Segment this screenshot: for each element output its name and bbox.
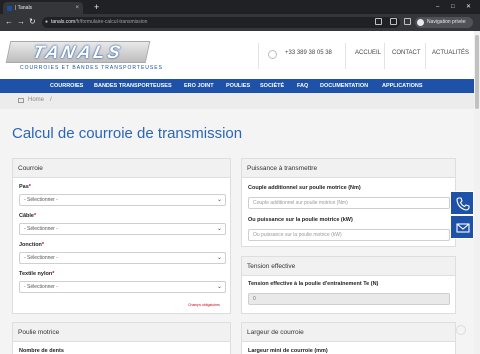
divider <box>345 43 346 69</box>
divider <box>384 43 385 69</box>
page-scrollbar[interactable] <box>474 31 480 354</box>
menu-documentation[interactable]: DOCUMENTATION <box>320 79 368 93</box>
field-label-largeur-mini: Largeur mini de courroie (mm) <box>248 348 328 354</box>
tension-output: 0 <box>248 293 450 305</box>
scrollbar-thumb[interactable] <box>475 35 479 109</box>
menu-bandes-transporteuses[interactable]: BANDES TRANSPORTEUSES <box>94 79 172 93</box>
chevron-down-icon: ⌄ <box>216 226 222 232</box>
jonction-select[interactable]: - Sélectionner - ⌄ <box>19 252 226 264</box>
menu-ero-joint[interactable]: ERO JOINT <box>184 79 214 93</box>
tanals-logo[interactable]: TANALS <box>5 41 151 63</box>
puissance-panel: Puissance à transmettre Couple additionn… <box>241 158 456 247</box>
field-label-textile-nylon: Textile nylon* <box>19 271 55 277</box>
star-icon[interactable] <box>390 18 397 25</box>
sidepanel-icon[interactable] <box>404 18 411 25</box>
menu-poulies[interactable]: POULIES <box>226 79 250 93</box>
tab-title: | Tanals <box>15 5 33 11</box>
phone-icon <box>268 50 277 59</box>
required-note: Champs obligatoires <box>188 303 220 307</box>
menu-faq[interactable]: FAQ <box>297 79 308 93</box>
divider <box>258 43 259 69</box>
nav-contact[interactable]: CONTACT <box>392 50 421 56</box>
menu-courroies[interactable]: COURROIES <box>50 79 83 93</box>
field-label-nombre-dents: Nombre de dents <box>19 348 64 354</box>
incognito-label: Navigation privée <box>427 19 466 25</box>
url-field[interactable]: ● tanals.com/fr/formulaire-calcul-transm… <box>42 17 400 28</box>
pas-select[interactable]: - Sélectionner - ⌄ <box>19 194 226 206</box>
logo-wordmark: TANALS <box>5 41 151 63</box>
url-path: /fr/formulaire-calcul-transmission <box>75 19 148 25</box>
tension-panel: Tension effective Tension effective à la… <box>241 256 456 314</box>
couple-input[interactable]: Couple additionnel sur poulie motrice (N… <box>248 197 450 209</box>
breadcrumb: Home / <box>0 93 474 109</box>
largeur-panel: Largeur de courroie Largeur mini de cour… <box>241 322 456 354</box>
phone-icon <box>456 197 470 211</box>
reload-button[interactable]: ↻ <box>29 17 36 27</box>
chevron-down-icon: ⌄ <box>216 255 222 261</box>
incognito-badge[interactable]: Navigation privée <box>415 17 473 28</box>
panel-header: Poulie motrice <box>13 323 230 342</box>
tab-close-icon[interactable]: × <box>75 2 79 14</box>
panel-header: Largeur de courroie <box>242 323 455 342</box>
logo-tagline: COURROIES ET BANDES TRANSPORTEUSES <box>20 65 163 71</box>
field-label-puissance: Ou puissance sur la poulie motrice (kW) <box>248 217 353 223</box>
email-button[interactable] <box>450 215 474 239</box>
maximize-button[interactable]: □ <box>451 0 455 14</box>
home-icon <box>18 98 24 103</box>
field-label-tension: Tension effective à la poulie d'entraîne… <box>248 281 379 287</box>
breadcrumb-separator: / <box>50 97 52 103</box>
browser-tab-bar: | Tanals × + – □ ✕ <box>0 0 480 14</box>
panel-header: Puissance à transmettre <box>242 159 455 178</box>
minimize-button[interactable]: – <box>436 0 439 14</box>
menu-societe[interactable]: SOCIÉTÉ <box>260 79 284 93</box>
field-label-cable: Câble* <box>19 213 37 219</box>
extension-icon[interactable] <box>375 18 382 25</box>
courroie-panel: Courroie Pas* - Sélectionner - ⌄ Câble* -… <box>12 158 231 314</box>
divider <box>425 43 426 69</box>
url-host: tanals.com <box>51 19 76 25</box>
nav-actualites[interactable]: ACTUALITÉS <box>432 50 469 56</box>
menu-applications[interactable]: APPLICATIONS <box>382 79 423 93</box>
chevron-down-icon: ⌄ <box>216 284 222 290</box>
field-label-jonction: Jonction* <box>19 242 45 248</box>
textile-nylon-select[interactable]: - Sélectionner - ⌄ <box>19 281 226 293</box>
panel-header: Courroie <box>13 159 230 178</box>
back-button[interactable]: ← <box>5 17 13 27</box>
nav-accueil[interactable]: ACCUEIL <box>355 50 381 56</box>
call-button[interactable] <box>450 191 474 215</box>
poulie-motrice-panel: Poulie motrice Nombre de dents <box>12 322 231 354</box>
incognito-icon <box>417 19 424 26</box>
scroll-top-icon[interactable] <box>456 325 466 335</box>
puissance-input[interactable]: Ou puissance sur la poulie motrice (kW) <box>248 229 450 241</box>
address-bar-row: ← → ↻ ● tanals.com/fr/formulaire-calcul-… <box>0 14 480 31</box>
site-header: TANALS COURROIES ET BANDES TRANSPORTEUSE… <box>0 31 474 79</box>
breadcrumb-home[interactable]: Home <box>28 97 44 103</box>
panel-header: Tension effective <box>242 257 455 276</box>
browser-tab[interactable]: | Tanals × <box>3 2 83 14</box>
cable-select[interactable]: - Sélectionner - ⌄ <box>19 223 226 235</box>
lock-icon: ● <box>45 19 49 25</box>
forward-button[interactable]: → <box>17 17 25 27</box>
close-window-button[interactable]: ✕ <box>466 0 471 14</box>
header-phone[interactable]: +33 389 38 05 38 <box>285 50 332 56</box>
mail-icon <box>456 223 470 233</box>
field-label-pas: Pas* <box>19 184 31 190</box>
new-tab-button[interactable]: + <box>94 1 99 13</box>
main-menu: COURROIES BANDES TRANSPORTEUSES ERO JOIN… <box>0 79 474 93</box>
page-title: Calcul de courroie de transmission <box>12 125 243 142</box>
field-label-couple: Couple additionnel sur poulie motrice (N… <box>248 185 361 191</box>
tanals-favicon <box>7 6 12 11</box>
chevron-down-icon: ⌄ <box>216 197 222 203</box>
